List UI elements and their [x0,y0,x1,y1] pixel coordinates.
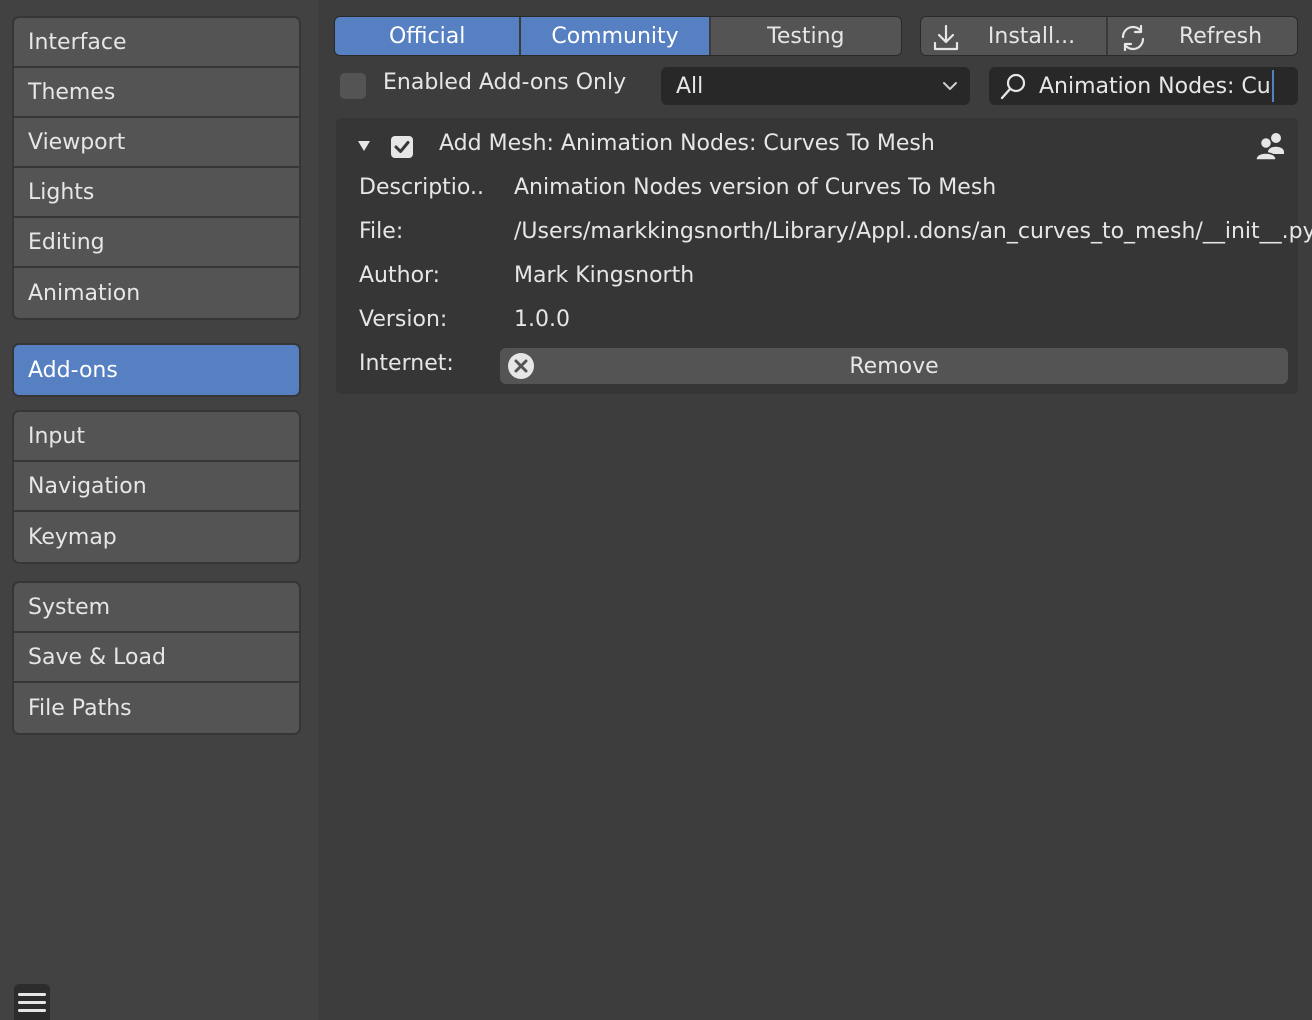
remove-label: Remove [849,353,939,379]
addon-title: Add Mesh: Animation Nodes: Curves To Mes… [439,131,935,156]
addon-enabled-checkbox[interactable] [391,136,413,158]
chevron-down-icon [943,82,957,90]
version-row: Version: 1.0.0 [359,307,570,332]
author-row: Author: Mark Kingsnorth [359,263,694,288]
sidebar-item-input[interactable]: Input [14,412,299,462]
file-row: File: /Users/markkingsnorth/Library/Appl… [359,219,1312,244]
checkmark-icon [394,141,410,153]
refresh-icon [1121,24,1145,52]
sidebar-item-keymap[interactable]: Keymap [14,512,299,562]
sidebar-item-themes[interactable]: Themes [14,68,299,118]
sidebar: Interface Themes Viewport Lights Editing… [0,0,318,1020]
enabled-only-checkbox[interactable] [340,73,366,99]
sidebar-group-addons: Add-ons [12,343,301,397]
tab-testing[interactable]: Testing [710,17,901,55]
sidebar-group-input: Input Navigation Keymap [12,410,301,564]
sidebar-item-editing[interactable]: Editing [14,218,299,268]
sidebar-item-animation[interactable]: Animation [14,268,299,318]
version-label: Version: [359,307,448,332]
download-icon [933,24,959,51]
search-value: Animation Nodes: Cu [1039,73,1271,99]
category-value: All [676,73,704,99]
internet-label: Internet: [359,351,454,376]
description-row: Descriptio.. Animation Nodes version of … [359,175,996,200]
install-refresh-group: Install... Refresh [920,16,1298,56]
search-icon [1000,73,1026,100]
main-area: Official Community Testing Install... Re… [318,0,1312,1020]
description-label: Descriptio.. [359,175,484,200]
tab-community[interactable]: Community [521,17,711,55]
refresh-label: Refresh [1178,23,1263,49]
version-value: 1.0.0 [514,307,570,332]
sidebar-group-general: Interface Themes Viewport Lights Editing… [12,16,301,320]
sidebar-item-navigation[interactable]: Navigation [14,462,299,512]
author-value: Mark Kingsnorth [514,263,695,288]
sidebar-item-file-paths[interactable]: File Paths [14,683,299,733]
collapse-triangle-icon[interactable] [356,138,372,154]
tab-official[interactable]: Official [335,17,522,55]
text-cursor [1271,70,1274,102]
sidebar-item-save-load[interactable]: Save & Load [14,633,299,683]
author-label: Author: [359,263,441,288]
description-value: Animation Nodes version of Curves To Mes… [514,175,997,200]
sidebar-item-system[interactable]: System [14,583,299,633]
file-label: File: [359,219,404,244]
community-users-icon [1255,133,1284,161]
remove-button[interactable]: Remove [500,348,1288,384]
close-circle-icon [508,353,534,379]
sidebar-group-system: System Save & Load File Paths [12,581,301,735]
hamburger-menu-icon[interactable] [14,984,50,1020]
sidebar-item-lights[interactable]: Lights [14,168,299,218]
file-value: /Users/markkingsnorth/Library/Appl..dons… [514,219,1312,244]
sidebar-item-interface[interactable]: Interface [14,18,299,68]
support-level-tabs: Official Community Testing [334,16,902,56]
sidebar-item-viewport[interactable]: Viewport [14,118,299,168]
refresh-button[interactable]: Refresh [1108,17,1297,55]
internet-row: Internet: [359,351,514,376]
install-label: Install... [987,23,1076,49]
category-dropdown[interactable]: All [661,67,970,105]
search-input[interactable]: Animation Nodes: Cu [989,67,1298,105]
addon-panel: Add Mesh: Animation Nodes: Curves To Mes… [336,118,1312,394]
enabled-only-label[interactable]: Enabled Add-ons Only [383,70,626,95]
sidebar-item-addons[interactable]: Add-ons [14,345,299,395]
install-button[interactable]: Install... [921,17,1109,55]
